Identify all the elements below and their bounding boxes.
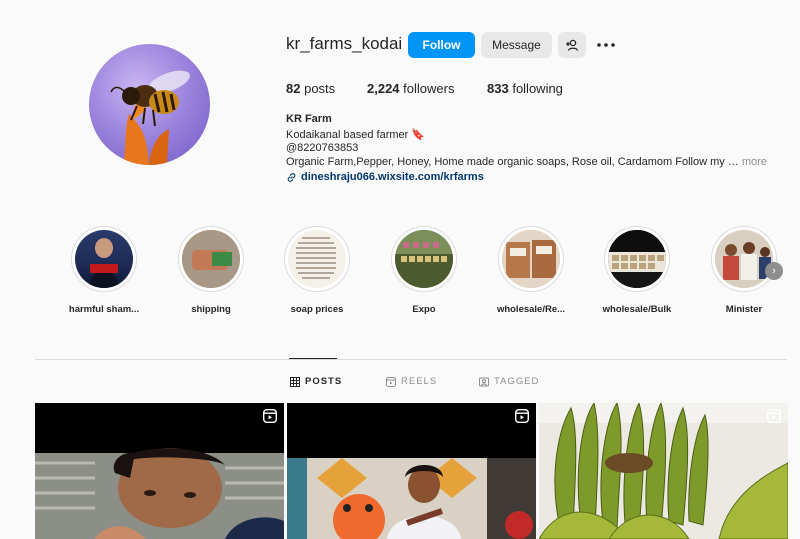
highlight-label: Minister (725, 304, 763, 315)
suggest-user-button[interactable] (558, 32, 586, 58)
highlights-next-button[interactable]: › (765, 262, 783, 280)
grid-icon (290, 376, 300, 387)
active-tab-indicator (289, 358, 337, 359)
highlight-label: harmful sham... (68, 304, 140, 315)
reels-icon (386, 376, 396, 387)
post-image (35, 403, 284, 539)
highlight-label: shipping (191, 304, 231, 315)
post-thumbnail[interactable] (539, 403, 788, 539)
highlight-label: wholesale/Re... (496, 304, 566, 315)
highlight-label: Expo (412, 304, 436, 315)
highlight-cover (395, 230, 453, 288)
profile-username: kr_farms_kodai (286, 34, 403, 53)
following-count-label: following (512, 81, 563, 96)
chevron-right-icon: › (772, 265, 776, 277)
bio-line-2: @8220763853 (286, 142, 359, 154)
bio-more-link[interactable]: more (742, 156, 767, 168)
highlight-cover (288, 230, 346, 288)
post-thumbnail[interactable] (287, 403, 536, 539)
bio-text: Organic Farm,Pepper, Honey, Home made or… (286, 156, 739, 168)
posts-count: 82 posts (286, 81, 335, 96)
highlight-ring (711, 226, 777, 292)
followers-count[interactable]: 2,224 followers (367, 81, 454, 96)
profile-avatar[interactable] (89, 44, 210, 165)
following-count[interactable]: 833 following (487, 81, 563, 96)
highlight-ring (498, 226, 564, 292)
tabs-divider (35, 359, 787, 360)
message-button[interactable]: Message (481, 32, 552, 58)
website-link-text: dineshraju066.wixsite.com/krfarms (301, 171, 484, 183)
followers-count-value: 2,224 (367, 81, 400, 96)
bio-line-3: Organic Farm,Pepper, Honey, Home made or… (286, 156, 767, 168)
highlight-ring (284, 226, 350, 292)
post-image (539, 403, 788, 539)
reel-icon (263, 409, 277, 423)
highlight-cover (715, 230, 773, 288)
posts-count-value: 82 (286, 81, 301, 96)
tab-reels-label: REELS (401, 376, 438, 387)
tag-icon (479, 377, 489, 386)
highlight-cover (502, 230, 560, 288)
highlight-shipping[interactable]: shipping (166, 226, 256, 315)
highlight-expo[interactable]: Expo (379, 226, 469, 315)
followers-count-label: followers (403, 81, 455, 96)
highlight-wholesale-bulk[interactable]: wholesale/Bulk (592, 226, 682, 315)
add-user-icon (566, 39, 579, 51)
more-options-icon[interactable] (595, 37, 617, 53)
tab-tagged-label: TAGGED (494, 376, 540, 387)
posts-count-label: posts (304, 81, 336, 96)
website-link[interactable]: dineshraju066.wixsite.com/krfarms (286, 171, 484, 183)
highlight-ring (71, 226, 137, 292)
highlight-cover (182, 230, 240, 288)
tab-posts[interactable]: POSTS (290, 376, 342, 387)
bio-line-1: Kodaikanal based farmer 🔖 (286, 129, 426, 141)
link-icon (287, 172, 296, 182)
highlight-ring (178, 226, 244, 292)
highlight-ring (604, 226, 670, 292)
highlight-soap-prices[interactable]: soap prices (272, 226, 362, 315)
highlight-wholesale-retail[interactable]: wholesale/Re... (486, 226, 576, 315)
highlight-label: wholesale/Bulk (602, 304, 672, 315)
post-image (287, 403, 536, 539)
following-count-value: 833 (487, 81, 509, 96)
tab-reels[interactable]: REELS (386, 376, 437, 387)
highlight-cover (75, 230, 133, 288)
highlight-label: soap prices (290, 304, 344, 315)
post-thumbnail[interactable] (35, 403, 284, 539)
tab-tagged[interactable]: TAGGED (479, 376, 539, 387)
bio-name: KR Farm (286, 113, 332, 125)
highlight-ring (391, 226, 457, 292)
reel-icon (767, 409, 781, 423)
follow-button[interactable]: Follow (408, 32, 475, 58)
tab-posts-label: POSTS (305, 376, 343, 387)
highlight-cover (608, 230, 666, 288)
bee-photo (110, 70, 190, 165)
reel-icon (515, 409, 529, 423)
highlight-harmful-shampoo[interactable]: harmful sham... (59, 226, 149, 315)
